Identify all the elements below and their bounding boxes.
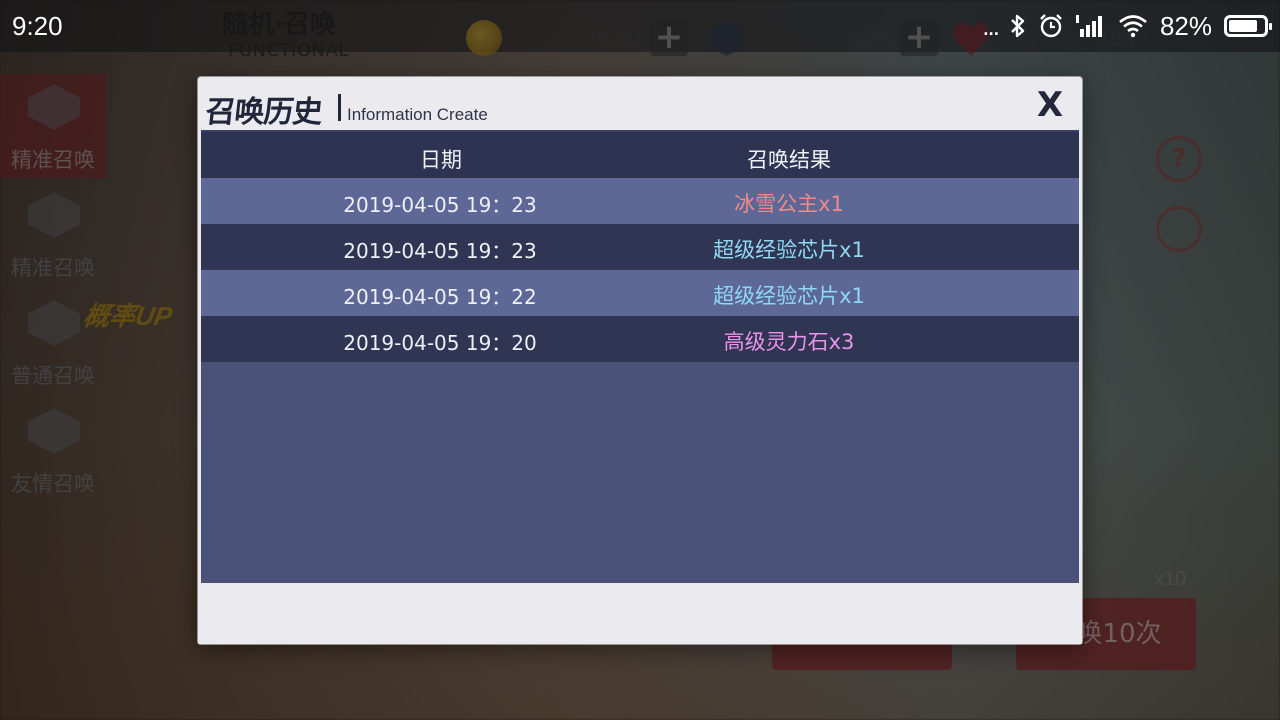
bluetooth-icon bbox=[1011, 14, 1025, 38]
battery-icon bbox=[1224, 15, 1272, 37]
title-divider bbox=[338, 94, 341, 121]
alarm-icon bbox=[1040, 14, 1062, 38]
status-bar: 9:20 ... 82% bbox=[0, 0, 1280, 52]
wifi-icon bbox=[1119, 15, 1147, 38]
table-row: 2019-04-05 19：22 超级经验芯片x1 bbox=[201, 270, 1079, 316]
table-row: 2019-04-05 19：23 冰雪公主x1 bbox=[201, 178, 1079, 224]
dialog-subtitle: Information Create bbox=[347, 105, 488, 124]
dialog-header: 召唤历史 Information Create X bbox=[198, 77, 1082, 130]
table-header: 日期 召唤结果 bbox=[201, 130, 1079, 178]
row-result: 冰雪公主x1 bbox=[734, 192, 844, 216]
row-result: 超级经验芯片x1 bbox=[713, 238, 865, 262]
row-result: 高级灵力石x3 bbox=[723, 330, 855, 354]
table-row: 2019-04-05 19：23 超级经验芯片x1 bbox=[201, 224, 1079, 270]
column-header-result: 召唤结果 bbox=[747, 148, 831, 172]
more-dots-icon: ... bbox=[982, 11, 1000, 41]
dialog-title: 召唤历史 bbox=[203, 95, 324, 130]
column-header-date: 日期 bbox=[420, 148, 462, 172]
status-time: 9:20 bbox=[12, 11, 63, 41]
hd-signal-icon bbox=[1075, 15, 1102, 37]
summon-history-dialog: 召唤历史 Information Create X 日期 召唤结果 2019-0… bbox=[198, 77, 1082, 644]
battery-level-fill bbox=[1229, 20, 1257, 32]
row-result: 超级经验芯片x1 bbox=[713, 284, 865, 308]
dialog-footer bbox=[198, 583, 1082, 644]
status-icons: ... 82% bbox=[982, 9, 1272, 43]
close-button[interactable]: X bbox=[1032, 85, 1068, 125]
history-table: 日期 召唤结果 2019-04-05 19：23 冰雪公主x1 2019-04-… bbox=[201, 130, 1079, 583]
battery-percentage: 82% bbox=[1159, 10, 1212, 41]
table-row: 2019-04-05 19：20 高级灵力石x3 bbox=[201, 316, 1079, 362]
